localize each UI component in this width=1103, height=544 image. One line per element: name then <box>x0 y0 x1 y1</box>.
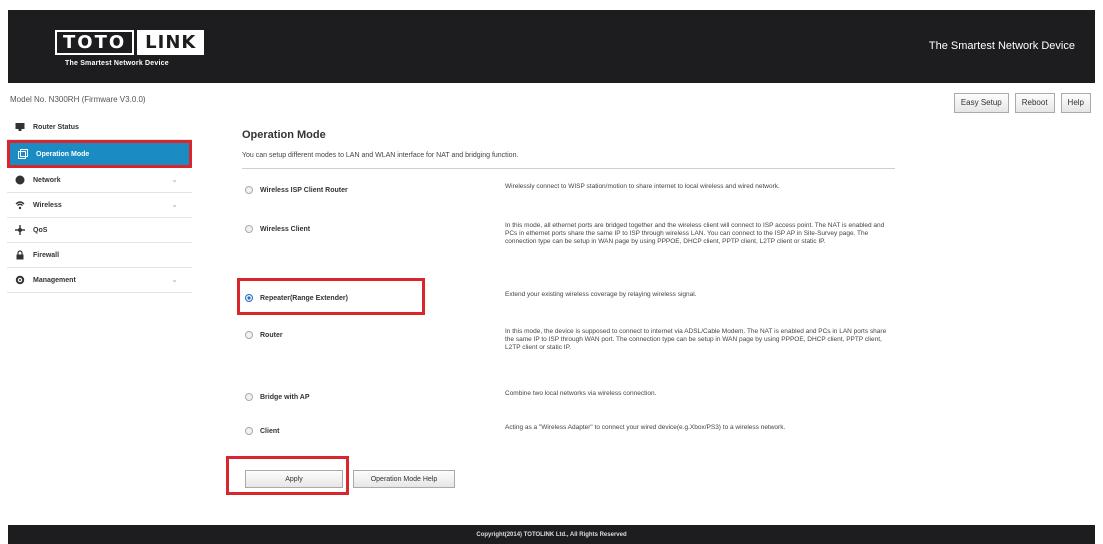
mode-description: In this mode, the device is supposed to … <box>505 328 887 351</box>
page-title: Operation Mode <box>242 129 326 141</box>
gear-icon <box>15 275 25 285</box>
sidebar-item-management[interactable]: Management ⌄ <box>7 268 192 293</box>
sidebar-item-label: Router Status <box>33 123 79 131</box>
mode-description: Extend your existing wireless coverage b… <box>505 291 697 298</box>
sidebar-item-network[interactable]: Network ⌄ <box>7 168 192 193</box>
totolink-logo[interactable]: TOTO LINK The Smartest Network Device <box>55 30 211 76</box>
top-button-group: Easy Setup Reboot Help <box>953 93 1091 113</box>
sidebar-item-label: QoS <box>33 226 48 234</box>
sidebar-item-operation-mode[interactable]: Operation Mode <box>7 140 192 168</box>
mode-label: Router <box>260 331 283 339</box>
radio-router[interactable]: Router <box>245 331 283 339</box>
radio-button[interactable] <box>245 393 253 401</box>
help-button[interactable]: Help <box>1060 93 1091 113</box>
chevron-down-icon: ⌄ <box>171 175 178 184</box>
logo-tagline: The Smartest Network Device <box>65 60 169 67</box>
sidebar-item-label: Operation Mode <box>36 150 90 158</box>
mode-label: Wireless ISP Client Router <box>260 186 348 194</box>
chevron-down-icon: ⌄ <box>171 200 178 209</box>
radio-button[interactable] <box>245 225 253 233</box>
lock-icon <box>15 250 25 260</box>
easy-setup-button[interactable]: Easy Setup <box>953 93 1009 113</box>
sidebar-item-qos[interactable]: QoS <box>7 218 192 243</box>
sidebar: Router Status Operation Mode Network ⌄ W… <box>7 115 192 293</box>
header-slogan: The Smartest Network Device <box>928 40 1075 52</box>
operation-mode-help-button[interactable]: Operation Mode Help <box>353 470 455 488</box>
window-icon <box>18 149 28 159</box>
radio-button[interactable] <box>245 331 253 339</box>
chevron-down-icon: ⌄ <box>171 275 178 284</box>
apply-button[interactable]: Apply <box>245 470 343 488</box>
logo-link-text: LINK <box>137 30 205 55</box>
radio-client[interactable]: Client <box>245 427 279 435</box>
wifi-icon <box>15 200 25 210</box>
sidebar-item-firewall[interactable]: Firewall <box>7 243 192 268</box>
qos-icon <box>15 225 25 235</box>
radio-bridge[interactable]: Bridge with AP <box>245 393 310 401</box>
logo-toto-text: TOTO <box>55 30 135 55</box>
mode-description: Combine two local networks via wireless … <box>505 390 657 397</box>
model-info: Model No. N300RH (Firmware V3.0.0) <box>10 95 146 104</box>
reboot-button[interactable]: Reboot <box>1014 93 1055 113</box>
mode-description: Acting as a "Wireless Adapter" to connec… <box>505 424 786 431</box>
footer: Copyright(2014) TOTOLINK Ltd., All Right… <box>8 525 1095 544</box>
sidebar-item-label: Wireless <box>33 201 62 209</box>
sidebar-item-label: Network <box>33 176 61 184</box>
radio-wisp[interactable]: Wireless ISP Client Router <box>245 186 348 194</box>
mode-label: Wireless Client <box>260 225 311 233</box>
mode-label: Bridge with AP <box>260 393 310 401</box>
radio-button-checked[interactable] <box>245 294 253 302</box>
sidebar-item-label: Management <box>33 276 76 284</box>
mode-description: In this mode, all ethernet ports are bri… <box>505 222 885 245</box>
monitor-icon <box>15 122 25 132</box>
mode-description: Wirelessly connect to WISP station/motio… <box>505 183 780 190</box>
mode-label: Repeater(Range Extender) <box>260 294 348 302</box>
sidebar-item-router-status[interactable]: Router Status <box>7 115 192 140</box>
radio-button[interactable] <box>245 186 253 194</box>
page-description: You can setup different modes to LAN and… <box>242 152 519 159</box>
radio-button[interactable] <box>245 427 253 435</box>
header-bar: TOTO LINK The Smartest Network Device Th… <box>8 10 1095 83</box>
mode-label: Client <box>260 427 280 435</box>
sidebar-item-wireless[interactable]: Wireless ⌄ <box>7 193 192 218</box>
divider <box>242 168 895 169</box>
sidebar-item-label: Firewall <box>33 251 60 259</box>
radio-repeater[interactable]: Repeater(Range Extender) <box>245 294 348 302</box>
radio-wireless-client[interactable]: Wireless Client <box>245 225 310 233</box>
globe-icon <box>15 175 25 185</box>
copyright-text: Copyright(2014) TOTOLINK Ltd., All Right… <box>476 531 627 538</box>
